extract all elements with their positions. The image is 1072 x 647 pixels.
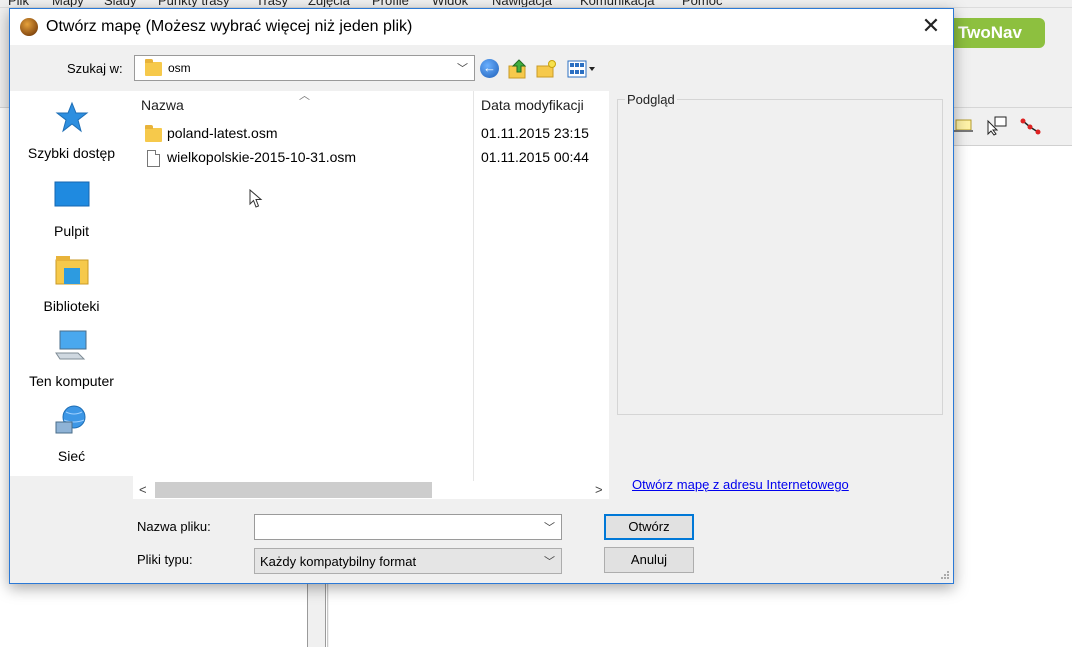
background-toolstrip bbox=[950, 108, 1072, 146]
file-type-label: Pliki typu: bbox=[137, 552, 193, 567]
menu-item-komunikacja[interactable]: Komunikacja bbox=[580, 0, 654, 7]
menu-item-punkty-trasy[interactable]: Punkty trasy bbox=[158, 0, 230, 7]
place-label: Szybki dostęp bbox=[27, 145, 116, 161]
menu-item-slady[interactable]: Ślady bbox=[104, 0, 137, 7]
file-date: 01.11.2015 23:15 bbox=[481, 125, 589, 141]
resize-grip-icon[interactable] bbox=[940, 570, 950, 580]
select-tool-icon[interactable] bbox=[986, 116, 1008, 136]
chevron-down-icon: ﹀ bbox=[544, 556, 555, 568]
menu-item-widok[interactable]: Widok bbox=[432, 0, 468, 7]
brand-logo: TwoNav bbox=[944, 18, 1045, 48]
folder-icon bbox=[145, 125, 162, 142]
menu-item-plik[interactable]: Plik bbox=[8, 0, 29, 7]
file-date: 01.11.2015 00:44 bbox=[481, 149, 589, 165]
brand-text: TwoNav bbox=[958, 23, 1022, 42]
file-type-select[interactable]: Każdy kompatybilny format ﹀ bbox=[254, 548, 562, 574]
menu-item-nawigacja[interactable]: Nawigacja bbox=[492, 0, 552, 7]
desktop-icon bbox=[54, 181, 90, 207]
file-type-value: Każdy kompatybilny format bbox=[260, 554, 417, 569]
scroll-left-icon[interactable]: < bbox=[139, 482, 147, 497]
up-folder-icon[interactable] bbox=[507, 59, 529, 79]
look-in-combo[interactable]: osm ﹀ bbox=[134, 55, 475, 81]
dialog-titlebar[interactable]: Otwórz mapę (Możesz wybrać więcej niż je… bbox=[10, 9, 953, 45]
column-header-modified[interactable]: Data modyfikacji bbox=[481, 97, 584, 113]
place-label: Biblioteki bbox=[43, 298, 100, 314]
file-list[interactable]: ︿ Nazwa Data modyfikacji poland-latest.o… bbox=[133, 90, 609, 481]
place-network[interactable]: Sieć bbox=[10, 404, 133, 479]
computer-icon bbox=[55, 330, 87, 360]
look-in-value: osm bbox=[168, 61, 191, 75]
open-button[interactable]: Otwórz bbox=[604, 514, 694, 540]
place-quick-access[interactable]: Szybki dostęp bbox=[10, 101, 133, 176]
menu-item-trasy[interactable]: Trasy bbox=[256, 0, 288, 7]
look-in-label: Szukaj w: bbox=[67, 61, 123, 76]
scroll-right-icon[interactable]: > bbox=[595, 482, 603, 497]
file-name-input[interactable]: ﹀ bbox=[254, 514, 562, 540]
background-menubar: Plik Mapy Ślady Punkty trasy Trasy Zdjęc… bbox=[0, 0, 1072, 8]
menu-item-profile[interactable]: Profile bbox=[372, 0, 409, 7]
back-icon[interactable]: ← bbox=[480, 59, 499, 78]
file-name: poland-latest.osm bbox=[167, 125, 278, 141]
view-menu-icon[interactable] bbox=[566, 59, 598, 79]
place-label: Pulpit bbox=[53, 223, 90, 239]
star-icon bbox=[55, 101, 89, 133]
preview-pane bbox=[617, 99, 943, 415]
file-name: wielkopolskie-2015-10-31.osm bbox=[167, 149, 357, 165]
place-libraries[interactable]: Biblioteki bbox=[10, 254, 133, 329]
note-tool-icon[interactable] bbox=[952, 116, 974, 136]
folder-icon bbox=[145, 59, 162, 76]
document-icon bbox=[147, 150, 160, 167]
open-map-dialog: Otwórz mapę (Możesz wybrać więcej niż je… bbox=[9, 8, 954, 584]
file-name-label: Nazwa pliku: bbox=[137, 519, 211, 534]
menu-item-zdjecia[interactable]: Zdjęcia bbox=[308, 0, 350, 7]
close-button[interactable]: ✕ bbox=[909, 9, 953, 45]
library-icon bbox=[55, 256, 89, 285]
place-label: Ten komputer bbox=[29, 373, 114, 389]
column-header-name[interactable]: Nazwa bbox=[141, 97, 184, 113]
dialog-title: Otwórz mapę (Możesz wybrać więcej niż je… bbox=[46, 18, 413, 35]
menu-item-pomoc[interactable]: Pomoc bbox=[682, 0, 722, 7]
chevron-down-icon: ﹀ bbox=[457, 63, 468, 75]
network-icon bbox=[55, 405, 86, 434]
mouse-cursor-icon bbox=[249, 189, 263, 208]
place-label: Sieć bbox=[57, 448, 86, 464]
chevron-down-icon[interactable]: ﹀ bbox=[544, 519, 555, 535]
sort-ascending-icon: ︿ bbox=[299, 90, 310, 102]
app-icon bbox=[20, 18, 38, 36]
places-bar: Szybki dostęp Pulpit Biblioteki Ten komp… bbox=[10, 91, 133, 476]
file-row[interactable]: wielkopolskie-2015-10-31.osm 01.11.2015 … bbox=[141, 147, 601, 169]
preview-label: Podgląd bbox=[625, 92, 677, 107]
open-from-internet-link[interactable]: Otwórz mapę z adresu Internetowego bbox=[632, 477, 849, 492]
file-row[interactable]: poland-latest.osm 01.11.2015 23:15 bbox=[141, 123, 601, 145]
horizontal-scrollbar[interactable]: < > bbox=[133, 481, 609, 499]
route-tool-icon[interactable] bbox=[1020, 116, 1042, 136]
cancel-button[interactable]: Anuluj bbox=[604, 547, 694, 573]
scrollbar-thumb[interactable] bbox=[155, 482, 432, 498]
new-folder-icon[interactable] bbox=[535, 59, 557, 79]
place-desktop[interactable]: Pulpit bbox=[10, 179, 133, 254]
place-this-pc[interactable]: Ten komputer bbox=[10, 329, 133, 404]
menu-item-mapy[interactable]: Mapy bbox=[52, 0, 84, 7]
